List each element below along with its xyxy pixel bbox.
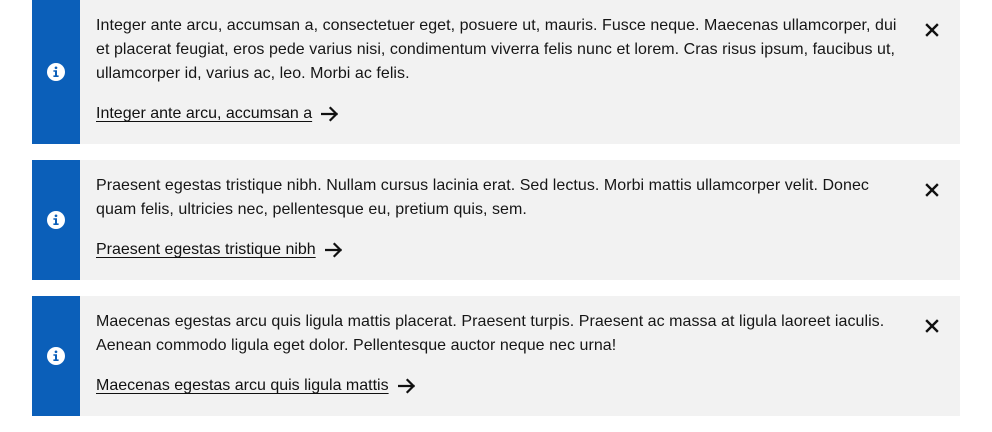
info-icon xyxy=(47,347,65,365)
close-icon xyxy=(925,183,939,197)
arrow-right-icon xyxy=(321,106,339,122)
notification-message: Maecenas egestas arcu quis ligula mattis… xyxy=(96,313,885,354)
notification-message: Integer ante arcu, accumsan a, consectet… xyxy=(96,17,897,82)
notification-accent-bar xyxy=(32,0,80,144)
arrow-right-icon xyxy=(397,378,415,394)
close-icon xyxy=(925,319,939,333)
notification-content: Integer ante arcu, accumsan a, consectet… xyxy=(80,0,960,144)
notification-accent-bar xyxy=(32,160,80,280)
notification-message: Praesent egestas tristique nibh. Nullam … xyxy=(96,177,869,218)
info-notification: Praesent egestas tristique nibh. Nullam … xyxy=(32,160,960,280)
info-icon xyxy=(47,63,65,81)
notification-action-link[interactable]: Praesent egestas tristique nibh xyxy=(96,238,343,262)
dismiss-button[interactable] xyxy=(920,314,944,338)
info-notification: Maecenas egestas arcu quis ligula mattis… xyxy=(32,296,960,416)
notification-link-label: Praesent egestas tristique nibh xyxy=(96,241,316,258)
notification-accent-bar xyxy=(32,296,80,416)
arrow-right-icon xyxy=(324,242,342,258)
info-notification: Integer ante arcu, accumsan a, consectet… xyxy=(32,0,960,144)
notification-stack: Integer ante arcu, accumsan a, consectet… xyxy=(0,0,992,432)
notification-link-label: Maecenas egestas arcu quis ligula mattis xyxy=(96,377,389,394)
dismiss-button[interactable] xyxy=(920,178,944,202)
notification-action-link[interactable]: Maecenas egestas arcu quis ligula mattis xyxy=(96,374,416,398)
info-icon xyxy=(47,211,65,229)
notification-content: Praesent egestas tristique nibh. Nullam … xyxy=(80,160,960,280)
dismiss-button[interactable] xyxy=(920,18,944,42)
notification-action-link[interactable]: Integer ante arcu, accumsan a xyxy=(96,102,339,126)
notification-link-label: Integer ante arcu, accumsan a xyxy=(96,105,313,122)
notification-content: Maecenas egestas arcu quis ligula mattis… xyxy=(80,296,960,416)
close-icon xyxy=(925,23,939,37)
